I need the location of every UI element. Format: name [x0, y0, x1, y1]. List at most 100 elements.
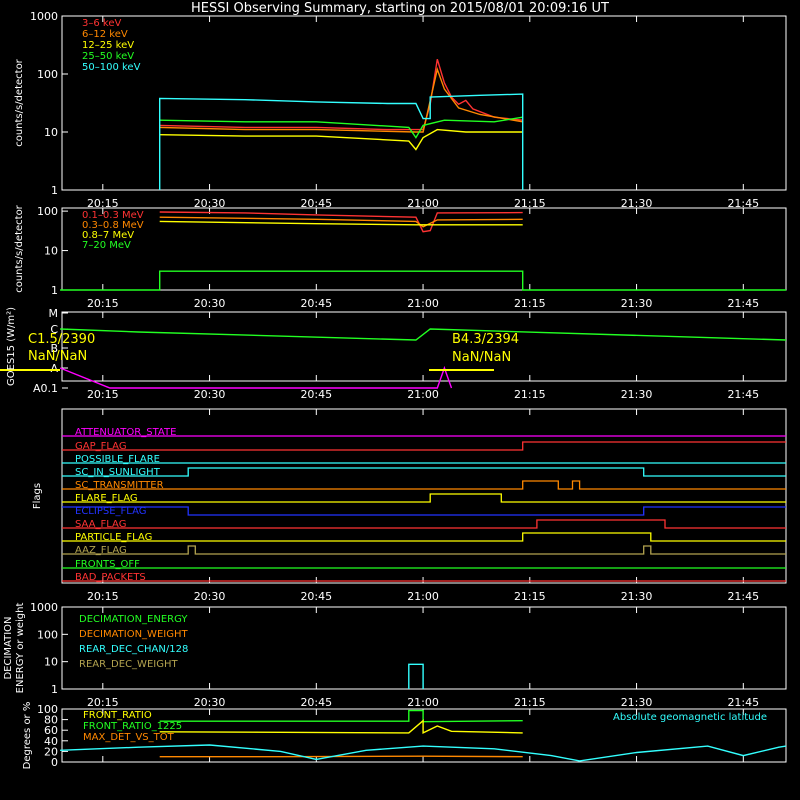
panel4-ylabel: Flags [32, 483, 43, 509]
panel5-ylabel: ENERGY or weight [15, 603, 26, 694]
panel3-annotation: B4.3/2394 [452, 332, 519, 347]
panel5-xtick-label: 21:30 [621, 696, 653, 709]
panel3-frame [61, 311, 787, 382]
panel4-xtick-label: 21:45 [727, 590, 759, 603]
panel2-xtick-label: 21:45 [727, 297, 759, 310]
panel4-flag-label: FLARE_FLAG [75, 493, 138, 504]
panel6-ylabel: Degrees or % [22, 702, 33, 770]
panel4-flag-label: POSSIBLE_FLARE [75, 454, 160, 465]
panel3-xtick-label: 20:15 [87, 388, 119, 401]
panel3-xtick-label: 20:45 [300, 388, 332, 401]
panel2-series-line [159, 220, 523, 226]
panel4-flag-label: SC_TRANSMITTER [75, 480, 164, 491]
panel5-legend-label: DECIMATION_WEIGHT [79, 629, 188, 640]
panel5-xtick-label: 20:15 [87, 696, 119, 709]
panel2-xtick-label: 20:30 [194, 297, 226, 310]
panel3-series-line [59, 365, 453, 389]
panel3-xtick-label: 21:00 [407, 388, 439, 401]
panel3-xtick-label: 21:30 [621, 388, 653, 401]
panel3-ytick-label: A0.1 [33, 382, 58, 395]
panel4-flag-label: AAZ_FLAG [75, 545, 127, 556]
panel6-legend-label: FRONT_RATIO_1225 [83, 721, 182, 732]
panel1-ytick-label: 100 [37, 68, 58, 81]
panel3-ytick-label: M [49, 307, 59, 320]
panel1-legend-label: 3–6 keV [82, 18, 121, 29]
panel2-ytick-label: 1 [51, 284, 58, 297]
panel2-ylabel: counts/s/detector [14, 204, 25, 292]
panel4-flag-line [62, 467, 786, 477]
panel1-legend-label: 12–25 keV [82, 40, 134, 51]
panel4-xtick-label: 21:30 [621, 590, 653, 603]
panel1-series-line [159, 128, 523, 151]
panel1-series-line [159, 58, 523, 131]
panel2-legend-label: 7–20 MeV [82, 240, 131, 251]
panel2-ytick-label: 10 [44, 245, 58, 258]
panel1-legend-label: 25–50 keV [82, 51, 134, 62]
panel4-flag-line [62, 545, 786, 555]
panel3-ylabel: GOES15 (W/m²) [6, 307, 17, 386]
panel5-ytick-label: 1 [51, 683, 58, 696]
panel2-frame [61, 207, 787, 291]
panel2-ytick-label: 100 [37, 205, 58, 218]
panel1-ylabel: counts/s/detector [14, 58, 25, 146]
panel4-flag-line [62, 519, 786, 529]
panel2-xtick-label: 21:15 [514, 297, 546, 310]
panel6-series-line [159, 709, 523, 723]
panel5-xtick-label: 21:45 [727, 696, 759, 709]
panel4-flag-line [62, 441, 786, 451]
panel4-flag-label: FRONTS_OFF [75, 559, 140, 570]
panel1-series-line [159, 116, 523, 139]
panel4-xtick-label: 21:00 [407, 590, 439, 603]
panel1-ytick-label: 10 [44, 126, 58, 139]
panel5-ytick-label: 1000 [30, 601, 58, 614]
panel4-xtick-label: 21:15 [514, 590, 546, 603]
panel1-series-line [159, 93, 524, 190]
panel4-xtick-label: 20:45 [300, 590, 332, 603]
panel5-xtick-label: 20:45 [300, 696, 332, 709]
panel3-annotation: NaN/NaN [452, 350, 511, 365]
panel6-legend-label: FRONT_RATIO [83, 710, 152, 721]
panel3-xtick-label: 21:45 [727, 388, 759, 401]
panel4-flag-label: SC_IN_SUNLIGHT [75, 467, 161, 478]
panel1-frame [61, 15, 787, 191]
panel6-series-line [159, 755, 523, 758]
panel4-flag-label: ECLIPSE_FLAG [75, 506, 146, 517]
panel4-flag-label: ATTENUATOR_STATE [75, 427, 176, 438]
panel1-ytick-label: 1000 [30, 10, 58, 23]
panel5-legend-label: REAR_DEC_WEIGHT [79, 659, 178, 670]
panel4-xtick-label: 20:15 [87, 590, 119, 603]
panel6-right-label: Absolute geomagnetic latitude [613, 712, 767, 723]
panel5-ytick-label: 10 [44, 656, 58, 669]
panel3-xtick-label: 21:15 [514, 388, 546, 401]
panel4-flag-label: SAA_FLAG [75, 519, 126, 530]
observing-summary-plot: 20:15 20:30 20:45 21:00 21:15 21:30 21:45 1 10 10… [0, 10, 787, 770]
panel4-flag-label: BAD_PACKETS [75, 572, 146, 583]
panel1-legend-label: 50–100 keV [82, 62, 141, 73]
panel4-flag-line [62, 480, 786, 490]
panel4-flag-label: GAP_FLAG [75, 441, 127, 452]
panel3-annotation: C1.5/2390 [28, 332, 95, 347]
panel1-legend-label: 6–12 keV [82, 29, 128, 40]
panel4-flag-line [62, 506, 786, 516]
panel2-xtick-label: 21:30 [621, 297, 653, 310]
panel3-series-line [60, 328, 787, 341]
panel5-ytick-label: 100 [37, 628, 58, 641]
panel5-ylabel: DECIMATION [3, 616, 14, 679]
panel5-legend-label: DECIMATION_ENERGY [79, 614, 188, 625]
panel5-xtick-label: 21:15 [514, 696, 546, 709]
panel1-ytick-label: 1 [51, 184, 58, 197]
panel6-ytick-label: 100 [37, 703, 58, 716]
panel6-legend-label: MAX_DET_VS_TOT [83, 732, 175, 743]
panel4-xtick-label: 20:30 [194, 590, 226, 603]
panel5-xtick-label: 21:00 [407, 696, 439, 709]
panel4-flag-line [62, 532, 786, 542]
panel6-series-line [159, 719, 523, 735]
panel2-xtick-label: 20:15 [87, 297, 119, 310]
panel2-xtick-label: 21:00 [407, 297, 439, 310]
panel4-flag-line [62, 493, 786, 503]
panel5-series-line [408, 663, 424, 689]
panel3-annotation: NaN/NaN [28, 349, 87, 364]
panel3-xtick-label: 20:30 [194, 388, 226, 401]
panel4-flag-label: PARTICLE_FLAG [75, 532, 152, 543]
panel5-legend-label: REAR_DEC_CHAN/128 [79, 644, 188, 655]
